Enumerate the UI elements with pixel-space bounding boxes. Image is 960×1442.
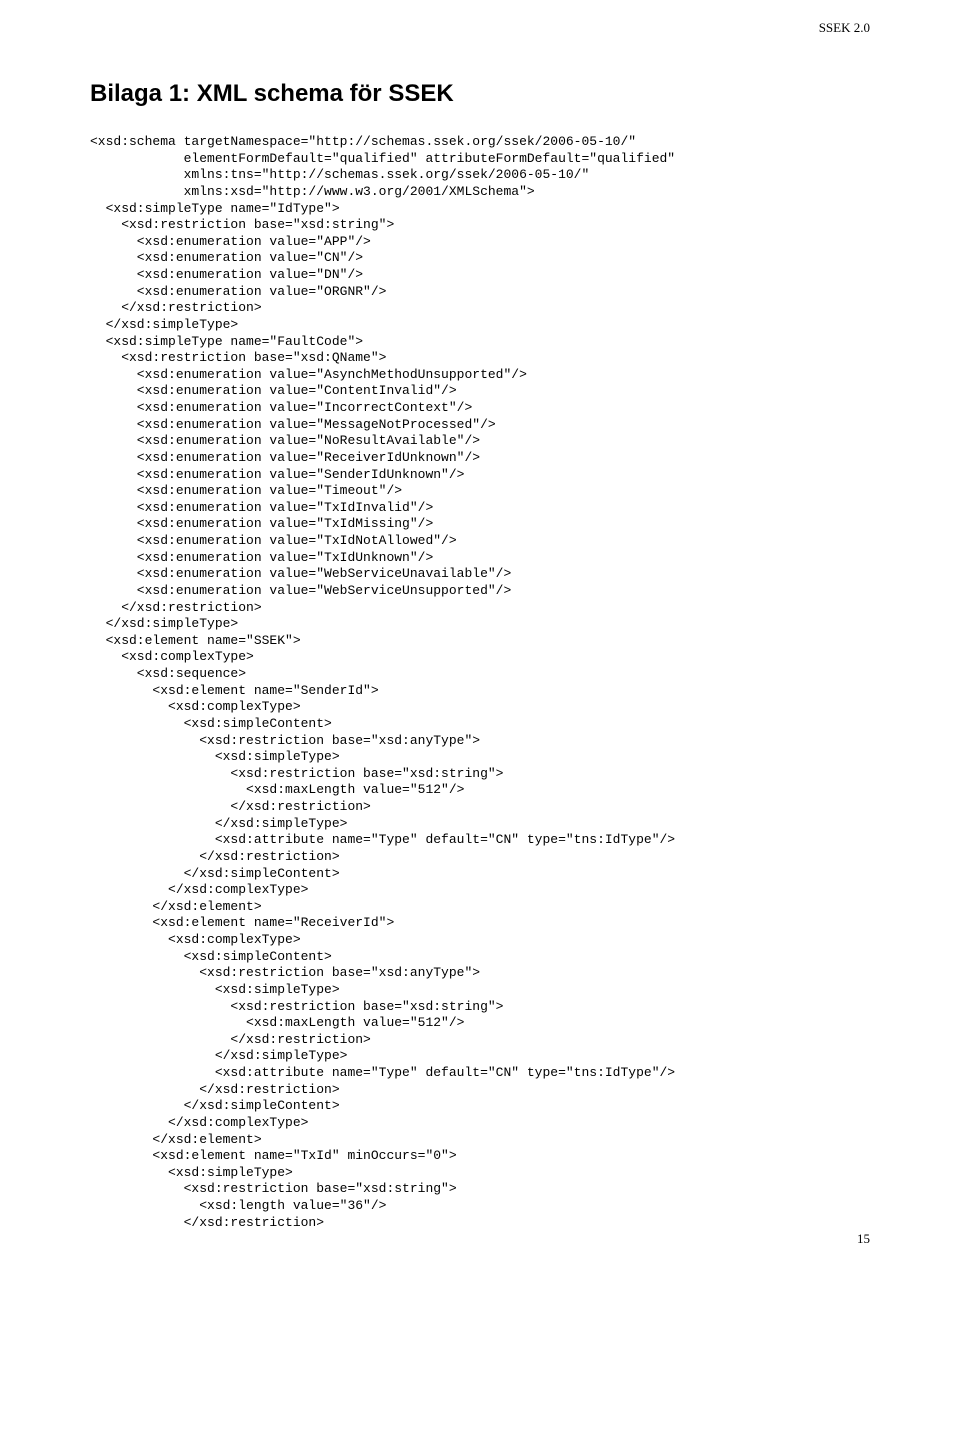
xml-schema-code-block: <xsd:schema targetNamespace="http://sche… [90,134,870,1231]
page-container: SSEK 2.0 Bilaga 1: XML schema för SSEK <… [0,0,960,1261]
header-doc-label: SSEK 2.0 [819,20,870,36]
page-title: Bilaga 1: XML schema för SSEK [90,80,870,108]
page-number: 15 [857,1231,870,1247]
